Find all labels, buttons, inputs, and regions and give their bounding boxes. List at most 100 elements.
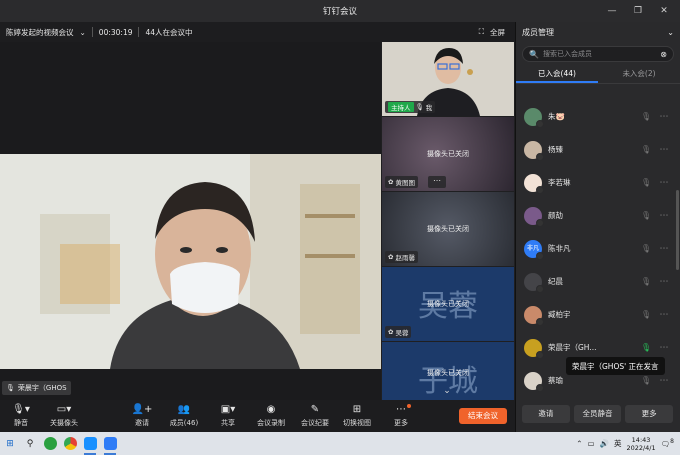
switch-view-label: 切换视图 [343, 419, 371, 427]
system-clock[interactable]: 14:43 2022/4/1 [626, 436, 655, 452]
tab-not-joined[interactable]: 未入会(2) [598, 66, 680, 83]
minutes-button[interactable]: ✎ 会议纪要 [300, 402, 330, 430]
mic-icon[interactable]: 🎙 [641, 112, 651, 121]
main-video-area[interactable]: 🎙 荣晨宇（GHOS [0, 42, 381, 400]
member-more-icon[interactable]: ⋯ [657, 178, 671, 188]
share-button[interactable]: ▣▾ 共享 [216, 402, 240, 430]
camera-status-icon [536, 350, 544, 359]
member-search-input[interactable] [542, 50, 657, 58]
mute-all-button[interactable]: 全员静音 [573, 405, 622, 423]
member-row[interactable]: 李若琳 🎙 ⋯ [516, 166, 679, 199]
record-button[interactable]: ◉ 会议录制 [256, 402, 286, 430]
fullscreen-icon: ⛶ [478, 27, 484, 36]
mic-icon: 🎙▾ [12, 404, 30, 415]
member-list[interactable]: 朱🐷 🎙 ⋯ 杨臻 🎙 ⋯ 李若琳 🎙 ⋯ 颜劼 🎙 ⋯ 非凡 陈非凡 🎙 ⋯ 纪晨 🎙 ⋯ 臧柏宇 🎙 ⋯ 荣晨宇（GH.… [516, 100, 679, 400]
member-more-icon[interactable]: ⋯ [657, 310, 671, 320]
members-button[interactable]: 👥 成员(46) [168, 402, 200, 430]
mic-icon[interactable]: 🎙 [641, 178, 651, 187]
more-icon: ⋯ [396, 404, 411, 416]
member-row[interactable]: 臧柏宇 🎙 ⋯ [516, 298, 679, 331]
member-name: 纪晨 [548, 277, 563, 286]
start-button[interactable]: ⊞ [0, 432, 20, 455]
notification-dot [407, 404, 411, 408]
more-button[interactable]: ⋯ 更多 [390, 402, 412, 430]
mic-icon[interactable]: 🎙 [641, 343, 651, 352]
camera-button[interactable]: ▭▾ 关摄像头 [46, 402, 82, 430]
participant-name: 赵雨馨 [395, 254, 415, 262]
panel-title: 成员管理 [522, 27, 554, 37]
member-name: 朱🐷 [548, 112, 565, 121]
ime-indicator[interactable]: 英 [614, 438, 622, 449]
switch-view-button[interactable]: ⊞ 切换视图 [342, 402, 372, 430]
camera-status-icon [536, 218, 544, 227]
invite-button[interactable]: 邀请 [522, 405, 570, 423]
member-name: 陈非凡 [548, 244, 571, 253]
tab-joined[interactable]: 已入会(44) [516, 66, 598, 83]
mic-icon[interactable]: 🎙 [641, 376, 651, 385]
member-row[interactable]: 杨臻 🎙 ⋯ [516, 133, 679, 166]
member-tabs: 已入会(44) 未入会(2) [516, 66, 680, 84]
notification-count: 8 [670, 438, 674, 446]
participant-thumbnail[interactable]: 摄像头已关闭 ✿ 黄图图 ⋯ [382, 117, 514, 191]
add-user-icon: 👤+ [131, 404, 153, 415]
member-more-icon[interactable]: ⋯ [657, 145, 671, 155]
taskbar-app[interactable] [80, 432, 100, 455]
meeting-dropdown-icon[interactable]: ⌄ [80, 28, 86, 37]
mute-button[interactable]: 🎙▾ 静音 [8, 402, 34, 430]
avatar [524, 305, 544, 326]
participant-thumbnail[interactable]: 吴蓉 摄像头已关闭 ✿ 吴蓉 [382, 267, 514, 341]
taskbar-app[interactable] [100, 432, 120, 455]
fullscreen-label: 全屏 [490, 27, 505, 37]
invite-toolbar-button[interactable]: 👤+ 邀请 [130, 402, 154, 430]
panel-more-button[interactable]: 更多 [625, 405, 674, 423]
participant-thumbnail[interactable]: 主持人 🎙 我 [382, 42, 514, 116]
member-row[interactable]: 颜劼 🎙 ⋯ [516, 199, 679, 232]
mic-icon[interactable]: 🎙 [641, 145, 651, 154]
panel-header: 成员管理 ⌄ [516, 22, 680, 42]
member-more-icon[interactable]: ⋯ [657, 211, 671, 221]
member-more-icon[interactable]: ⋯ [657, 244, 671, 254]
share-screen-icon: ▣▾ [220, 404, 236, 415]
mic-icon[interactable]: 🎙 [641, 277, 651, 286]
member-list-scrollbar[interactable] [676, 190, 679, 270]
camera-status-icon [536, 317, 544, 326]
end-meeting-button[interactable]: 结束会议 [459, 408, 507, 424]
member-more-icon[interactable]: ⋯ [657, 277, 671, 287]
participant-name: 吴蓉 [395, 329, 409, 337]
fullscreen-button[interactable]: ⛶ 全屏 [479, 22, 505, 42]
member-row[interactable]: 朱🐷 🎙 ⋯ [516, 100, 679, 133]
taskbar-app[interactable] [40, 432, 60, 455]
maximize-icon[interactable]: ❐ [632, 6, 644, 16]
meeting-attendance: 44人在会议中 [145, 27, 193, 37]
member-search-box[interactable]: 🔍 ⊗ [522, 46, 674, 62]
volume-icon[interactable]: 🔊 [600, 439, 609, 448]
mic-icon[interactable]: 🎙 [641, 310, 651, 319]
chevron-up-icon[interactable]: ⌃ [576, 439, 582, 448]
member-row[interactable]: 非凡 陈非凡 🎙 ⋯ [516, 232, 679, 265]
close-icon[interactable]: ✕ [658, 6, 670, 16]
participant-tag: ✿ 赵雨馨 [385, 251, 418, 263]
mic-icon: 🎙 [6, 384, 15, 392]
participant-thumbnails[interactable]: 主持人 🎙 我 摄像头已关闭 ✿ 黄图图 ⋯ 摄像头已关闭 ✿ 赵雨馨 吴蓉 摄… [382, 42, 514, 400]
more-options-button[interactable]: ⋯ [428, 176, 446, 188]
mic-icon[interactable]: 🎙 [641, 244, 651, 253]
app-icon [43, 437, 57, 450]
minimize-icon[interactable]: — [606, 6, 618, 16]
participant-thumbnail[interactable]: 摄像头已关闭 ✿ 赵雨馨 [382, 192, 514, 266]
network-icon[interactable]: ▭ [588, 439, 595, 448]
chevron-down-icon[interactable]: ⌄ [436, 386, 458, 398]
collapse-icon[interactable]: ⌄ [667, 28, 674, 37]
member-row[interactable]: 纪晨 🎙 ⋯ [516, 265, 679, 298]
member-more-icon[interactable]: ⋯ [657, 112, 671, 122]
avatar [524, 272, 544, 293]
member-name: 杨臻 [548, 145, 563, 154]
mic-icon[interactable]: 🎙 [641, 211, 651, 220]
notification-icon[interactable]: 🗨8 [661, 438, 674, 449]
clear-icon[interactable]: ⊗ [660, 50, 667, 59]
member-more-icon[interactable]: ⋯ [657, 343, 671, 353]
window-title: 钉钉会议 [322, 7, 357, 17]
record-label: 会议录制 [257, 419, 285, 427]
taskbar-app[interactable] [60, 432, 80, 455]
member-more-icon[interactable]: ⋯ [657, 376, 671, 386]
search-taskbar-button[interactable]: ⚲ [20, 432, 40, 455]
